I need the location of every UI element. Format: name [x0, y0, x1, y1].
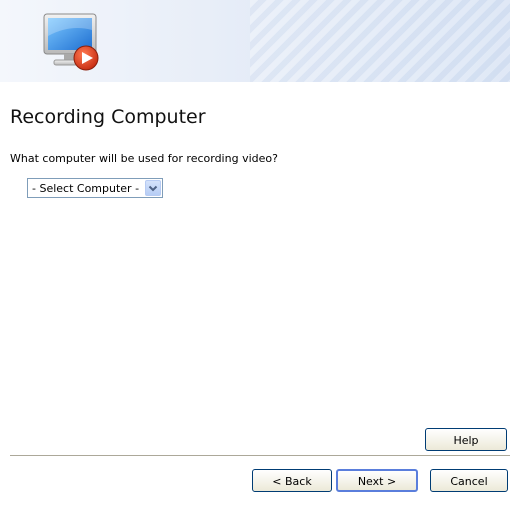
back-button[interactable]: < Back [252, 469, 332, 492]
computer-select-value: - Select Computer - [32, 182, 140, 195]
computer-select[interactable]: - Select Computer - [27, 178, 163, 198]
page-title: Recording Computer [10, 106, 206, 128]
header-banner [0, 0, 510, 82]
monitor-record-icon [43, 13, 99, 71]
footer-divider [10, 455, 510, 456]
banner-pattern [250, 0, 510, 82]
help-button[interactable]: Help [425, 428, 507, 451]
cancel-button[interactable]: Cancel [430, 469, 508, 492]
next-button[interactable]: Next > [336, 469, 418, 492]
computer-question-label: What computer will be used for recording… [10, 152, 278, 165]
chevron-down-icon[interactable] [145, 180, 161, 196]
